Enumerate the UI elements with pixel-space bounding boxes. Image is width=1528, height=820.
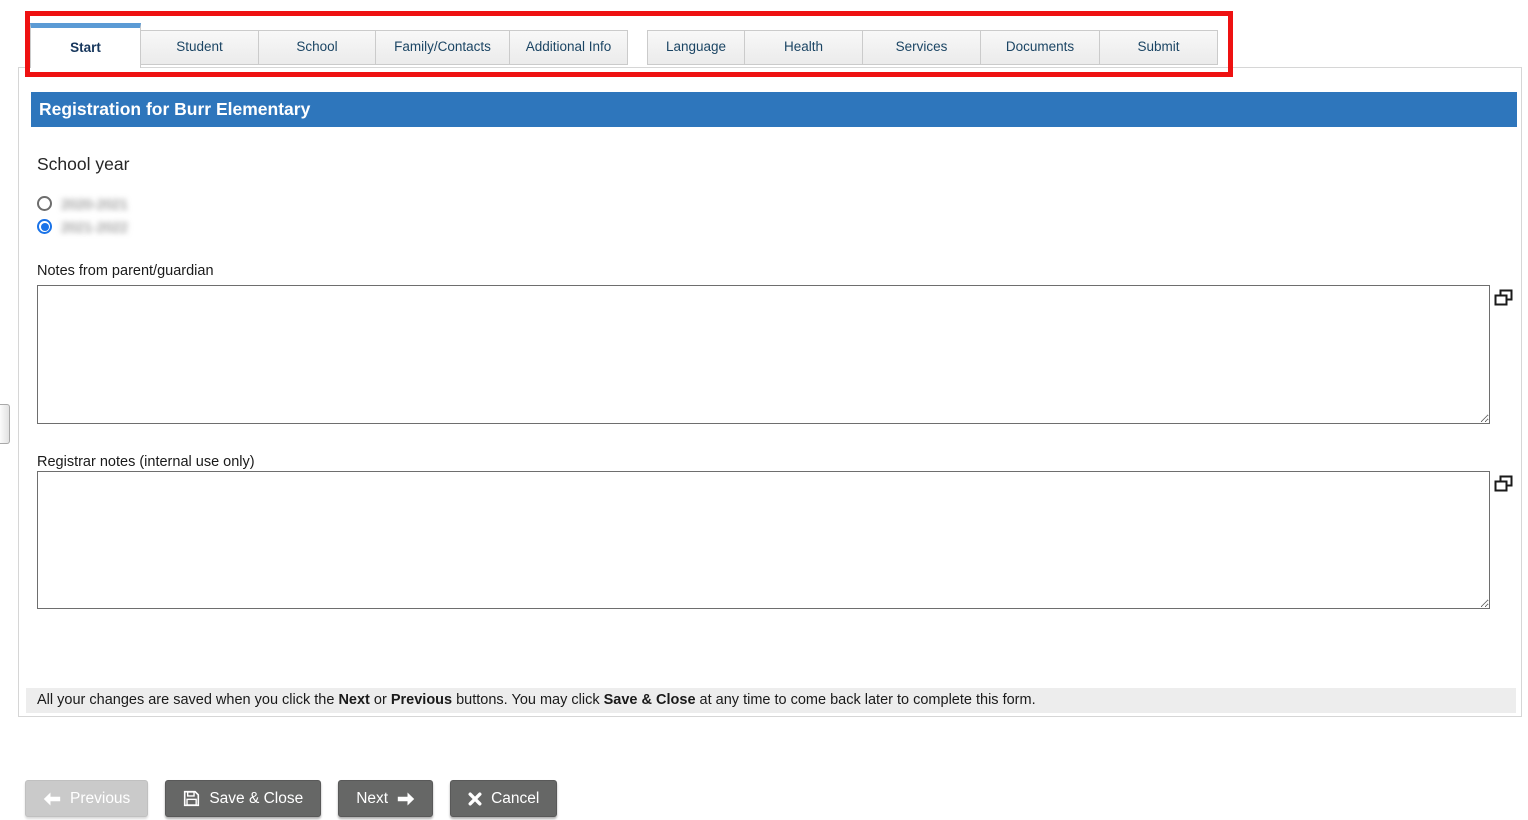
arrow-left-icon — [43, 792, 61, 806]
autosave-note-save-close: Save & Close — [604, 692, 696, 708]
cancel-button-label: Cancel — [491, 790, 539, 808]
arrow-right-icon — [397, 792, 415, 806]
tab-student-label: Student — [176, 39, 223, 55]
x-icon — [468, 792, 482, 806]
tab-student[interactable]: Student — [140, 30, 259, 65]
side-panel-handle[interactable] — [0, 404, 10, 444]
tab-family-contacts-label: Family/Contacts — [394, 39, 491, 55]
radio-school-year-2021-2022[interactable] — [37, 219, 52, 234]
tab-services-label: Services — [896, 39, 948, 55]
save-close-button[interactable]: Save & Close — [165, 780, 321, 817]
form-title: Registration for Burr Elementary — [39, 99, 310, 119]
tab-language[interactable]: Language — [647, 30, 745, 65]
autosave-note-text: or — [370, 692, 391, 708]
parent-notes-popout-window-icon[interactable] — [1494, 289, 1513, 308]
cancel-button[interactable]: Cancel — [450, 780, 557, 817]
autosave-note-previous: Previous — [391, 692, 452, 708]
autosave-note: All your changes are saved when you clic… — [26, 688, 1516, 713]
save-close-button-label: Save & Close — [209, 790, 303, 808]
previous-button-label: Previous — [70, 790, 130, 808]
tab-documents[interactable]: Documents — [980, 30, 1100, 65]
tab-health-label: Health — [784, 39, 823, 55]
autosave-note-next: Next — [338, 692, 369, 708]
registrar-notes-label: Registrar notes (internal use only) — [37, 454, 255, 470]
registration-page: Start Student School Family/Contacts Add… — [0, 0, 1528, 820]
registrar-notes-textarea[interactable] — [37, 471, 1490, 609]
radio-label-2020-2021: 2020-2021 — [61, 196, 128, 212]
next-button[interactable]: Next — [338, 780, 433, 817]
registrar-notes-popout-window-icon[interactable] — [1494, 475, 1513, 494]
form-title-bar: Registration for Burr Elementary — [31, 92, 1517, 127]
tab-additional-info[interactable]: Additional Info — [509, 30, 628, 65]
tab-family-contacts[interactable]: Family/Contacts — [375, 30, 510, 65]
tab-submit[interactable]: Submit — [1099, 30, 1218, 65]
action-buttons: Previous Save & Close Next Cancel — [25, 780, 557, 817]
tab-services[interactable]: Services — [862, 30, 981, 65]
parent-notes-label: Notes from parent/guardian — [37, 263, 214, 279]
tab-bar: Start Student School Family/Contacts Add… — [30, 23, 1218, 68]
tab-school-label: School — [296, 39, 337, 55]
autosave-note-text: buttons. You may click — [452, 692, 604, 708]
radio-school-year-2020-2021[interactable] — [37, 196, 52, 211]
autosave-note-text: All your changes are saved when you clic… — [37, 692, 338, 708]
tab-health[interactable]: Health — [744, 30, 863, 65]
tab-start[interactable]: Start — [30, 23, 141, 68]
tab-additional-info-label: Additional Info — [526, 39, 612, 55]
form-panel: Registration for Burr Elementary School … — [18, 67, 1522, 717]
school-year-label: School year — [37, 154, 129, 175]
floppy-disk-icon — [183, 790, 200, 807]
radio-label-2021-2022: 2021-2022 — [61, 219, 128, 235]
tab-language-label: Language — [666, 39, 726, 55]
school-year-option-1: 2020-2021 — [37, 195, 128, 212]
next-button-label: Next — [356, 790, 388, 808]
parent-notes-textarea[interactable] — [37, 285, 1490, 424]
tab-documents-label: Documents — [1006, 39, 1074, 55]
tab-school[interactable]: School — [258, 30, 376, 65]
school-year-option-2: 2021-2022 — [37, 218, 128, 235]
tab-start-label: Start — [70, 40, 101, 56]
previous-button[interactable]: Previous — [25, 780, 148, 817]
tab-submit-label: Submit — [1137, 39, 1179, 55]
autosave-note-text: at any time to come back later to comple… — [696, 692, 1036, 708]
